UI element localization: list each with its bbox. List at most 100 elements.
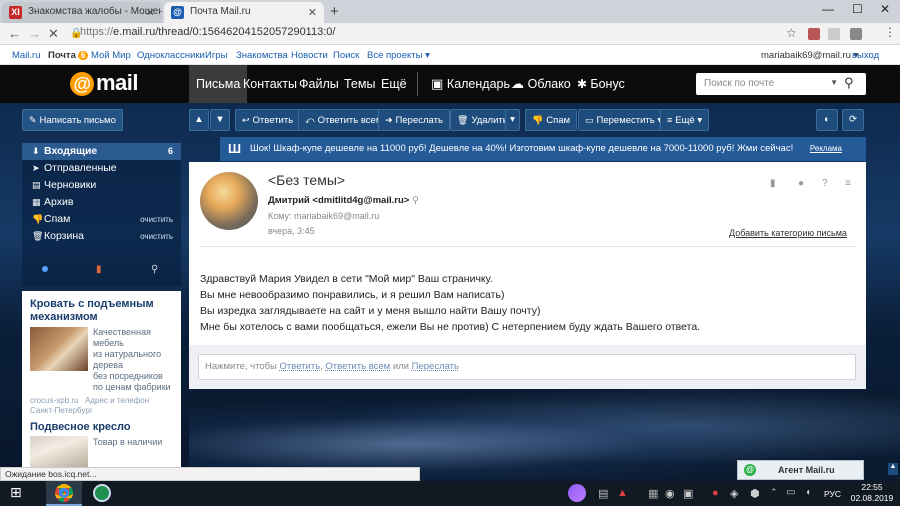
chevron-down-icon[interactable]: ▼ [830,78,838,87]
folder-sent[interactable]: ➤ Отправленные [22,160,181,177]
attachment-icon[interactable]: ⚲ [151,264,158,275]
ad-title[interactable]: Подвесное кресло [30,421,131,434]
menu-icon[interactable]: ≡ [845,178,851,189]
extension-icon[interactable] [808,28,820,40]
search-input[interactable]: Поиск по почте ▼ ⚲ [696,73,866,95]
nav-more[interactable]: Ещё [374,65,414,103]
portal-link-all-projects[interactable]: Все проекты ▾ [367,50,430,61]
search-icon[interactable]: ⚲ [412,195,419,206]
message-sender[interactable]: Дмитрий <dmitlitd4g@mail.ru> ⚲ [268,195,419,206]
ad-image-bed[interactable] [30,327,88,371]
quick-reply-all-link[interactable]: Ответить всем [325,361,390,372]
user-email[interactable]: mariabaik69@mail.ru ▾ [761,50,858,61]
tray-icon[interactable]: ◉ [665,487,675,500]
tab-dating-complaints[interactable]: XI Знакомства жалобы - Мошенн ✕ [2,2,162,23]
portal-link-mail[interactable]: Почта 6 [48,50,89,61]
close-tab-icon[interactable]: ✕ [308,6,317,19]
stop-icon[interactable]: ✕ [48,26,59,42]
agent-mailru-button[interactable]: @ Агент Mail.ru [737,460,864,480]
ad-address-link[interactable]: Адрес и телефон [85,396,149,405]
new-tab-button[interactable]: + [330,3,339,20]
quick-reply-box[interactable]: Нажмите, чтобы Ответить, Ответить всем и… [198,354,856,380]
alice-icon[interactable] [568,484,586,502]
delete-dropdown-button[interactable]: ▾ [505,109,520,131]
folder-inbox[interactable]: ⬇ Входящие 6 [22,143,181,160]
tray-icon[interactable]: ⬢ [750,487,760,500]
portal-link-news[interactable]: Новости [291,50,328,61]
portal-link-dating[interactable]: Знакомства [236,50,288,61]
back-icon[interactable]: ← [8,26,21,41]
spam-button[interactable]: 👎 Спам [525,109,578,131]
nav-bonus[interactable]: ✱ Бонус [570,65,632,103]
portal-link-mailru[interactable]: Mail.ru [12,50,41,61]
tab-mail[interactable]: @ Почта Mail.ru ✕ [164,2,324,23]
extension-icon[interactable] [828,28,840,40]
folder-drafts[interactable]: ▤ Черновики [22,177,181,194]
forward-button[interactable]: ➜ Переслать [378,109,450,131]
portal-link-games[interactable]: Игры [205,50,227,61]
clock[interactable]: 22:55 02.08.2019 [849,482,895,504]
reply-all-button[interactable]: ⤺ Ответить всем [298,109,390,131]
clear-spam-link[interactable]: очистить [140,215,173,224]
quick-forward-link[interactable]: Переслать [412,361,459,372]
tray-icon[interactable]: ▦ [648,487,658,500]
tray-icon[interactable]: ◈ [730,487,738,500]
add-category-link[interactable]: Добавить категорию письма [729,228,847,238]
reply-all-label: Ответить всем [317,115,383,126]
folder-archive[interactable]: ▦ Архив [22,194,181,211]
extension-icon[interactable] [850,28,862,40]
mail-logo[interactable]: @ mail [70,70,139,96]
tray-icon[interactable]: ▲ [617,487,628,499]
prev-message-button[interactable]: ▲ [189,109,209,131]
menu-icon[interactable]: ⋮ [884,25,896,39]
clock-time: 22:55 [861,482,883,492]
language-indicator[interactable]: РУС [824,489,841,499]
tray-icon[interactable]: ▤ [598,487,608,500]
close-tab-icon[interactable]: ✕ [146,6,155,19]
forward-icon[interactable]: → [28,26,41,41]
portal-link-myworld[interactable]: Мой Мир [91,50,131,61]
more-button[interactable]: ≡ Ещё ▾ [660,109,710,131]
minimize-icon[interactable]: — [822,2,834,16]
nav-cloud[interactable]: ☁ Облако [504,65,578,103]
move-button[interactable]: ▭ Переместить ▾ [578,109,670,131]
clear-trash-link[interactable]: очистить [140,232,173,241]
bookmark-icon[interactable]: ▮ [96,264,102,275]
reply-button[interactable]: ↩ Ответить [235,109,301,131]
portal-link-ok[interactable]: Одноклассники [137,50,205,61]
unread-dot-icon[interactable]: ● [798,178,804,189]
trash-icon: 🗑 [32,231,44,241]
windows-start-icon[interactable]: ⊞ [10,484,22,501]
banner-text: Шок! Шкаф-купе дешевле на 11000 руб! Деш… [250,143,794,154]
tray-icon[interactable]: ▣ [683,487,693,500]
chevron-up-icon[interactable]: ⌃ [770,487,778,498]
network-icon[interactable]: ▭ [786,487,795,498]
maximize-icon[interactable]: ☐ [852,2,863,16]
quick-reply-link[interactable]: Ответить [280,361,321,372]
nav-cloud-label: Облако [527,77,571,91]
url-scheme: https:// [80,26,114,38]
ad-banner[interactable]: Ш Шок! Шкаф-купе дешевле на 11000 руб! Д… [220,137,866,161]
url-field[interactable]: https://e.mail.ru/thread/0:1564620415205… [80,23,800,41]
close-window-icon[interactable]: ✕ [880,2,890,16]
app-taskbar-icon[interactable] [93,484,111,502]
folder-trash[interactable]: 🗑 Корзина очистить [22,228,181,245]
ad-source-link[interactable]: crocus-spb.ru [30,396,78,405]
folders-view-icon[interactable] [42,266,48,272]
search-icon[interactable]: ⚲ [844,75,860,91]
ad-title[interactable]: Кровать с подъемным механизмом [30,298,178,324]
theme-button[interactable]: ◐ [816,109,838,131]
refresh-button[interactable]: ⟳ [842,109,864,131]
bookmark-icon[interactable]: ▮ [770,178,776,189]
volume-icon[interactable]: ◖ [805,487,811,498]
tray-icon[interactable]: ● [712,487,719,499]
compose-button[interactable]: ✎ Написать письмо [22,109,123,131]
ad-image-chair[interactable] [30,436,88,467]
scroll-up-icon[interactable]: ▲ [888,463,898,475]
next-message-button[interactable]: ▼ [210,109,230,131]
help-icon[interactable]: ? [822,178,828,189]
star-icon[interactable]: ☆ [786,26,797,40]
portal-link-search[interactable]: Поиск [333,50,359,61]
folder-spam[interactable]: 👎 Спам очистить [22,211,181,228]
logout-link[interactable]: выход [852,50,879,61]
